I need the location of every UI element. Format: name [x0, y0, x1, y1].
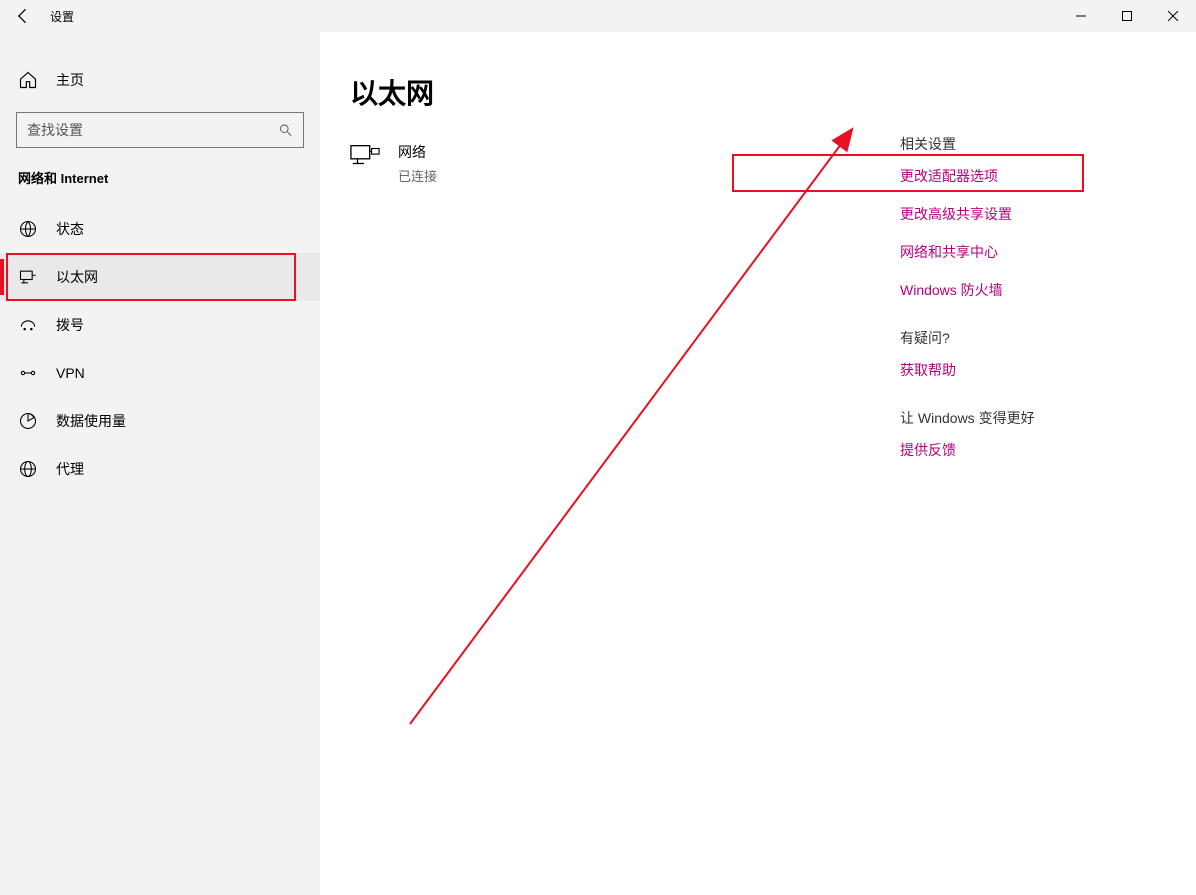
close-icon [1168, 11, 1178, 21]
main-content: 以太网 网络 已连接 相关设置 [320, 32, 1196, 895]
sidebar-home[interactable]: 主页 [0, 56, 320, 104]
ethernet-icon [18, 267, 38, 287]
sidebar-item-label: 拨号 [56, 315, 84, 335]
main-left: 以太网 网络 已连接 [320, 72, 900, 895]
dialup-icon [18, 315, 38, 335]
sidebar-item-ethernet[interactable]: 以太网 [0, 253, 320, 301]
sidebar: 主页 网络和 Internet 状态 以太网 [0, 32, 320, 895]
search-icon [278, 122, 293, 138]
sidebar-item-label: VPN [56, 365, 85, 381]
sidebar-item-vpn[interactable]: VPN [0, 349, 320, 397]
arrow-left-icon [13, 6, 33, 26]
network-entry[interactable]: 网络 已连接 [350, 142, 900, 185]
related-heading: 相关设置 [900, 134, 1160, 154]
maximize-button[interactable] [1104, 0, 1150, 32]
sidebar-item-label: 以太网 [56, 267, 98, 287]
link-change-adapter[interactable]: 更改适配器选项 [900, 166, 1160, 186]
search-box[interactable] [16, 112, 304, 148]
globe-grid-icon [18, 219, 38, 239]
vpn-icon [18, 363, 38, 383]
monitor-network-icon [350, 144, 380, 168]
sidebar-section-label: 网络和 Internet [0, 164, 320, 195]
sidebar-item-data-usage[interactable]: 数据使用量 [0, 397, 320, 445]
link-network-sharing-center[interactable]: 网络和共享中心 [900, 242, 1160, 262]
network-name: 网络 [398, 142, 437, 162]
link-feedback[interactable]: 提供反馈 [900, 440, 1160, 460]
close-button[interactable] [1150, 0, 1196, 32]
sidebar-item-proxy[interactable]: 代理 [0, 445, 320, 493]
search-input[interactable] [27, 122, 278, 138]
link-advanced-sharing[interactable]: 更改高级共享设置 [900, 204, 1160, 224]
sidebar-nav: 状态 以太网 拨号 VPN 数据使用量 [0, 205, 320, 493]
network-status: 已连接 [398, 166, 437, 185]
sidebar-item-label: 代理 [56, 459, 84, 479]
page-title: 以太网 [350, 72, 900, 112]
sidebar-home-label: 主页 [56, 70, 84, 90]
minimize-icon [1076, 11, 1086, 21]
minimize-button[interactable] [1058, 0, 1104, 32]
maximize-icon [1122, 11, 1132, 21]
titlebar: 设置 [0, 0, 1196, 32]
proxy-globe-icon [18, 459, 38, 479]
link-windows-firewall[interactable]: Windows 防火墙 [900, 280, 1160, 300]
data-usage-icon [18, 411, 38, 431]
question-heading: 有疑问? [900, 328, 1160, 348]
sidebar-item-dialup[interactable]: 拨号 [0, 301, 320, 349]
sidebar-item-status[interactable]: 状态 [0, 205, 320, 253]
back-button[interactable] [0, 0, 46, 32]
sidebar-item-label: 状态 [56, 219, 84, 239]
window-title: 设置 [50, 8, 74, 25]
sidebar-item-label: 数据使用量 [56, 411, 126, 431]
feedback-heading: 让 Windows 变得更好 [900, 408, 1160, 428]
home-icon [18, 70, 38, 90]
link-get-help[interactable]: 获取帮助 [900, 360, 1160, 380]
related-settings-panel: 相关设置 更改适配器选项 更改高级共享设置 网络和共享中心 Windows 防火… [900, 72, 1160, 895]
